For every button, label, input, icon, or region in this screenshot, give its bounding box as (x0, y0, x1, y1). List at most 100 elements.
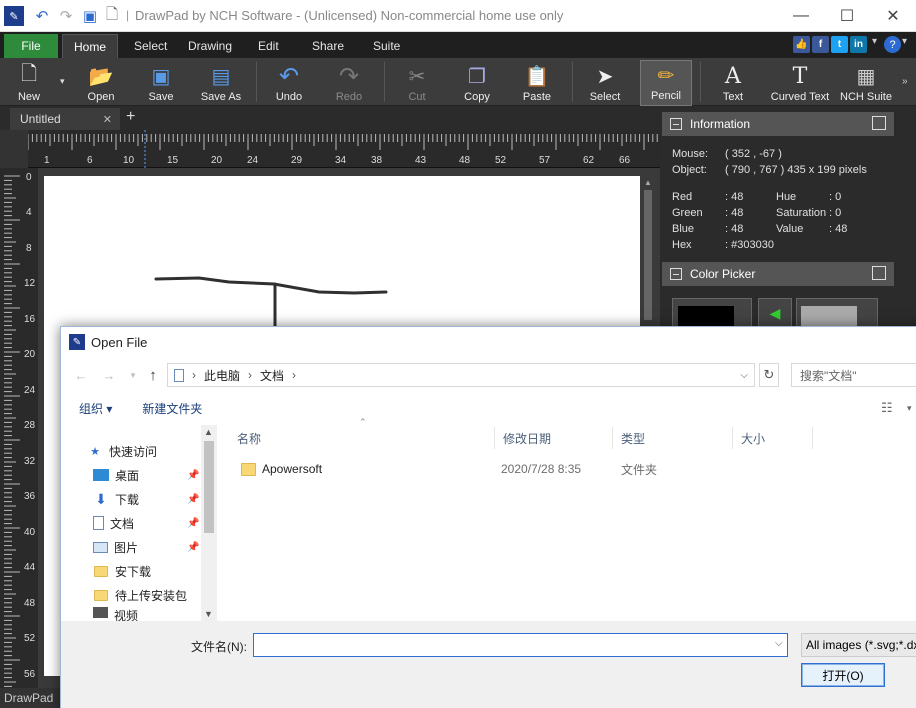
undock-icon[interactable] (872, 266, 886, 280)
tab-share[interactable]: Share (300, 34, 356, 58)
object-label: Object: (672, 164, 707, 176)
nav-item-upload-packages[interactable]: 待上传安装包 (61, 583, 201, 607)
minimize-button[interactable]: — (778, 0, 824, 32)
tab-file[interactable]: File (4, 34, 58, 58)
nav-item-downloads[interactable]: ⬇ 下载 📌 (61, 487, 201, 511)
hex-value: : #303030 (725, 239, 774, 251)
column-header-size[interactable]: 大小 (733, 427, 813, 449)
nch-suite-button[interactable]: ▦ NCH Suite (838, 60, 894, 106)
nav-item-quick-access[interactable]: ★ 快速访问 (61, 439, 201, 463)
like-icon[interactable]: 👍 (793, 36, 810, 53)
twitter-icon[interactable]: t (831, 36, 848, 53)
information-panel-header[interactable]: Information (662, 112, 894, 136)
new-folder-button[interactable]: 新建文件夹 (142, 400, 202, 417)
file-type-filter[interactable]: All images (*.svg;*.dxf;*.png (801, 633, 916, 657)
pin-icon[interactable]: 📌 (187, 542, 199, 553)
pin-icon[interactable]: 📌 (187, 494, 199, 505)
open-button[interactable]: 📂 Open (78, 60, 124, 106)
secondary-color-swatch[interactable] (801, 306, 857, 326)
address-bar[interactable]: › 此电脑 › 文档 › ⌵ (167, 363, 755, 387)
tab-drawing[interactable]: Drawing (176, 34, 244, 58)
save-as-button[interactable]: ▤ Save As (196, 60, 246, 106)
toolbar-separator (256, 62, 257, 102)
close-button[interactable]: ✕ (870, 0, 916, 32)
save-button[interactable]: ▣ Save (138, 60, 184, 106)
pencil-button[interactable]: ✏ Pencil (640, 60, 692, 106)
filename-input[interactable] (253, 633, 788, 657)
column-header-name[interactable]: 名称 (229, 427, 495, 449)
quick-new-icon[interactable]: 🗋 (102, 6, 122, 26)
breadcrumb-documents[interactable]: 文档 (260, 367, 284, 384)
table-row[interactable]: Apowersoft 2020/7/28 8:35 文件夹 (229, 457, 819, 481)
forward-arrow-icon[interactable]: → (99, 365, 119, 385)
nav-item-videos[interactable]: 视频 (61, 607, 201, 621)
open-button-dialog[interactable]: 打开(O) (801, 663, 885, 687)
title-separator: | (126, 8, 130, 22)
toolbar-separator (572, 62, 573, 102)
scroll-thumb[interactable] (204, 441, 214, 533)
nav-item-pictures[interactable]: 图片 📌 (61, 535, 201, 559)
swap-color-icon[interactable]: ◀ (758, 298, 792, 328)
facebook-icon[interactable]: f (812, 36, 829, 53)
pin-icon[interactable]: 📌 (187, 518, 199, 529)
cut-button[interactable]: ✂ Cut (394, 60, 440, 106)
scroll-up-icon[interactable]: ▲ (204, 427, 213, 437)
tab-suite[interactable]: Suite (361, 34, 412, 58)
primary-color-swatch[interactable] (678, 306, 734, 326)
view-options-icon[interactable]: ☷ (881, 400, 893, 416)
nav-item-documents[interactable]: 文档 📌 (61, 511, 201, 535)
column-header-date[interactable]: 修改日期 (495, 427, 613, 449)
h-ruler-label: 29 (291, 155, 303, 166)
desktop-icon (93, 469, 109, 481)
view-dropdown-icon[interactable]: ▾ (907, 403, 912, 414)
document-tab-untitled[interactable]: Untitled ✕ (10, 108, 120, 130)
mouse-value: ( 352 , -67 ) (725, 148, 782, 160)
text-button[interactable]: A Text (710, 60, 756, 106)
tab-select[interactable]: Select (122, 34, 179, 58)
redo-button-label: Redo (335, 91, 363, 103)
paste-button[interactable]: 📋 Paste (514, 60, 560, 106)
refresh-icon[interactable]: ↻ (759, 363, 779, 387)
nav-item-anxiazai[interactable]: 安下载 (61, 559, 201, 583)
scroll-thumb[interactable] (644, 190, 652, 320)
add-tab-icon[interactable]: + (126, 108, 135, 126)
pin-icon[interactable]: 📌 (187, 470, 199, 481)
tab-home[interactable]: Home (62, 34, 118, 58)
scroll-up-icon[interactable]: ▲ (644, 178, 652, 187)
navigation-pane-scrollbar[interactable]: ▲ ▼ (201, 425, 217, 621)
collapse-icon[interactable] (670, 118, 682, 130)
new-dropdown-icon[interactable]: ▾ (60, 76, 65, 87)
organize-button[interactable]: 组织 ▾ (79, 400, 112, 417)
tab-edit[interactable]: Edit (246, 34, 291, 58)
column-header-type[interactable]: 类型 (613, 427, 733, 449)
nav-item-desktop[interactable]: 桌面 📌 (61, 463, 201, 487)
collapse-icon[interactable] (670, 268, 682, 280)
search-documents-input[interactable]: 搜索"文档" (791, 363, 916, 387)
copy-button[interactable]: ❐ Copy (454, 60, 500, 106)
new-button[interactable]: 🗋 New (6, 60, 52, 106)
linkedin-icon[interactable]: in (850, 36, 867, 53)
chevron-down-icon[interactable]: ▾ (872, 36, 877, 47)
redo-button[interactable]: ↷ Redo (326, 60, 372, 106)
address-dropdown-icon[interactable]: ⌵ (740, 370, 748, 381)
quick-redo-icon[interactable]: ↷ (56, 6, 76, 26)
close-tab-icon[interactable]: ✕ (103, 113, 112, 126)
color-picker-panel-header[interactable]: Color Picker (662, 262, 894, 286)
select-button[interactable]: ➤ Select (582, 60, 628, 106)
filename-dropdown-icon[interactable]: ⌵ (775, 638, 783, 649)
help-icon[interactable]: ? (884, 36, 901, 53)
breadcrumb-this-pc[interactable]: 此电脑 (204, 367, 240, 384)
undo-button[interactable]: ↶ Undo (266, 60, 312, 106)
undock-icon[interactable] (872, 116, 886, 130)
quick-undo-icon[interactable]: ↶ (32, 6, 52, 26)
toolbar-overflow-icon[interactable]: » (902, 76, 908, 87)
scroll-down-icon[interactable]: ▼ (204, 609, 213, 619)
quick-save-icon[interactable]: ▣ (80, 6, 100, 26)
recent-dropdown-icon[interactable]: ▾ (123, 365, 143, 385)
up-arrow-icon[interactable]: ↑ (143, 365, 163, 385)
curved-text-button[interactable]: T Curved Text (766, 60, 834, 106)
green-label: Green (672, 207, 703, 219)
back-arrow-icon[interactable]: ← (71, 365, 91, 385)
maximize-button[interactable]: ☐ (824, 0, 870, 32)
help-dropdown-icon[interactable]: ▾ (902, 36, 907, 47)
